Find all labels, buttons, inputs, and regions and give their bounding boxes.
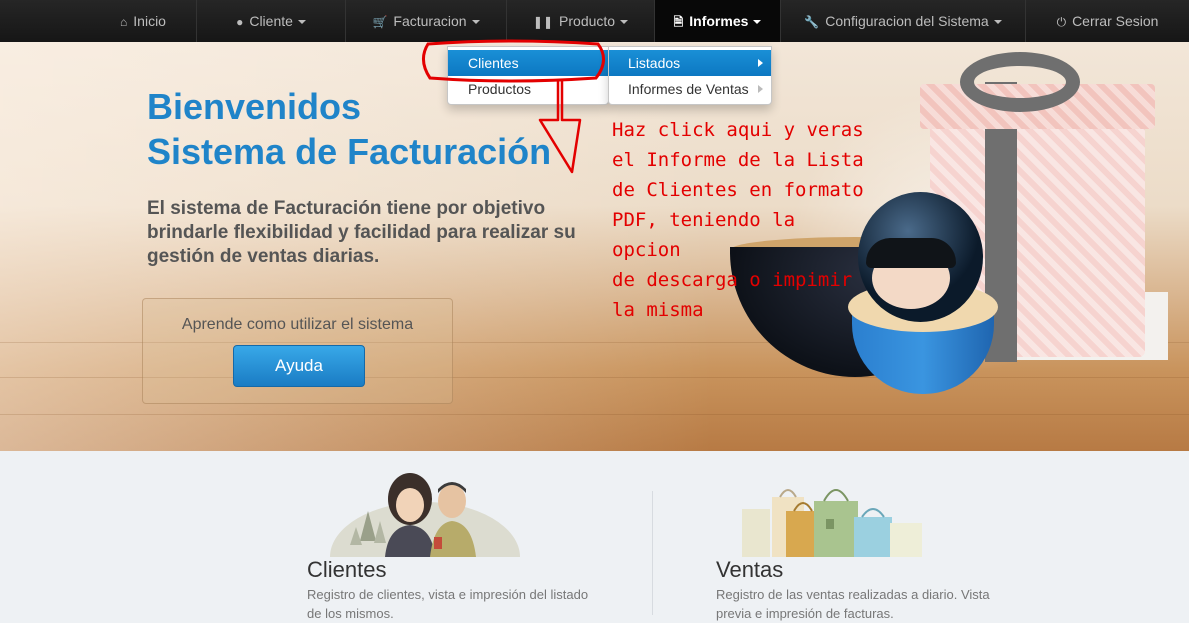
- annotation-line: el Informe de la Lista: [612, 149, 864, 171]
- annotation-line: la misma: [612, 299, 704, 321]
- down-arrow-icon: [538, 80, 582, 174]
- annotation-text: Haz click aqui y veras el Informe de la …: [612, 115, 872, 325]
- annotation-line: Haz click aqui y veras: [612, 119, 864, 141]
- annotation-line: de Clientes en formato: [612, 179, 864, 201]
- annotation-line: de descarga o impimir: [612, 269, 853, 291]
- highlight-circle: [422, 39, 605, 83]
- annotation-line: PDF, teniendo la opcion: [612, 209, 796, 261]
- annotation-overlay: [422, 39, 605, 174]
